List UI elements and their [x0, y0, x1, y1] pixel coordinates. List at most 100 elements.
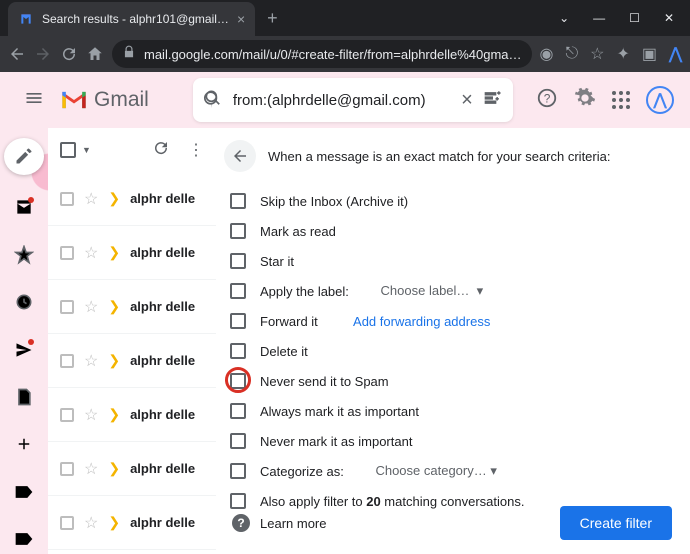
option-apply-label[interactable]: Apply the label: Choose label… ▾ [224, 276, 674, 306]
nav-back-button[interactable] [8, 45, 26, 63]
add-forwarding-link[interactable]: Add forwarding address [353, 314, 490, 329]
important-marker-icon[interactable]: ❯ [108, 514, 120, 531]
sender-name: alphr delle [130, 191, 195, 206]
ext-share-icon[interactable]: ⎋ [566, 45, 579, 63]
star-icon[interactable]: ☆ [84, 351, 98, 371]
mail-row[interactable]: ☆❯alphr delle [48, 226, 216, 280]
row-checkbox[interactable] [60, 246, 74, 260]
new-tab-button[interactable]: + [267, 8, 278, 29]
window-chevron-icon[interactable]: ⌄ [559, 11, 569, 25]
option-label: Always mark it as important [260, 404, 419, 419]
nav-home-button[interactable] [86, 45, 104, 63]
row-checkbox[interactable] [60, 192, 74, 206]
gmail-logo[interactable]: Gmail [60, 88, 149, 112]
important-marker-icon[interactable]: ❯ [108, 244, 120, 261]
option-always-important[interactable]: Always mark it as important [224, 396, 674, 426]
choose-category-dropdown[interactable]: Choose category… ▾ [375, 463, 496, 479]
main-menu-button[interactable] [16, 80, 52, 121]
checkbox[interactable] [230, 283, 246, 299]
row-checkbox[interactable] [60, 408, 74, 422]
important-marker-icon[interactable]: ❯ [108, 190, 120, 207]
gmail-favicon [18, 11, 34, 27]
checkbox[interactable] [230, 343, 246, 359]
option-categorize-as[interactable]: Categorize as: Choose category… ▾ [224, 456, 674, 486]
option-never-important[interactable]: Never mark it as important [224, 426, 674, 456]
option-never-spam[interactable]: Never send it to Spam [224, 366, 674, 396]
row-checkbox[interactable] [60, 354, 74, 368]
rail-drafts-icon[interactable] [8, 382, 40, 411]
option-star-it[interactable]: Star it [224, 246, 674, 276]
option-mark-read[interactable]: Mark as read [224, 216, 674, 246]
row-checkbox[interactable] [60, 300, 74, 314]
checkbox[interactable] [230, 193, 246, 209]
more-menu-icon[interactable]: ⋮ [188, 140, 204, 160]
mail-row[interactable]: ☆❯alphr delle [48, 334, 216, 388]
rail-label-icon-2[interactable] [8, 525, 40, 554]
option-skip-inbox[interactable]: Skip the Inbox (Archive it) [224, 186, 674, 216]
refresh-button[interactable] [152, 139, 170, 162]
checkbox[interactable] [230, 433, 246, 449]
browser-titlebar: Search results - alphr101@gmail… × + ⌄ —… [0, 0, 690, 36]
checkbox[interactable] [230, 403, 246, 419]
option-forward-it[interactable]: Forward it Add forwarding address [224, 306, 674, 336]
search-clear-icon[interactable]: × [461, 89, 473, 112]
star-icon[interactable]: ☆ [84, 513, 98, 533]
checkbox[interactable] [230, 253, 246, 269]
mail-row[interactable]: ☆❯alphr delle [48, 442, 216, 496]
checkbox[interactable] [230, 313, 246, 329]
search-options-icon[interactable] [483, 88, 503, 113]
window-minimize-icon[interactable]: — [593, 11, 605, 25]
window-close-icon[interactable]: ✕ [664, 11, 674, 25]
star-icon[interactable]: ☆ [84, 405, 98, 425]
learn-more-link[interactable]: ? Learn more [232, 514, 326, 532]
select-dropdown-icon[interactable]: ▼ [82, 145, 91, 155]
rail-add-icon[interactable] [8, 430, 40, 459]
mail-row[interactable]: ☆❯alphr delle [48, 388, 216, 442]
url-field[interactable]: mail.google.com/mail/u/0/#create-filter/… [112, 40, 532, 68]
ext-cube-icon[interactable]: ▣ [642, 44, 657, 64]
important-marker-icon[interactable]: ❯ [108, 352, 120, 369]
mail-row[interactable]: ☆ ❯ alphr delle [48, 172, 216, 226]
star-icon[interactable]: ☆ [84, 297, 98, 317]
bookmark-star-icon[interactable]: ☆ [590, 44, 604, 64]
mail-row[interactable]: ☆❯alphr delle [48, 280, 216, 334]
rail-snoozed-icon[interactable] [8, 288, 40, 317]
settings-gear-icon[interactable] [574, 87, 596, 114]
google-apps-icon[interactable] [612, 91, 630, 109]
rail-star-icon[interactable] [8, 240, 40, 269]
star-icon[interactable]: ☆ [84, 243, 98, 263]
option-delete-it[interactable]: Delete it [224, 336, 674, 366]
important-marker-icon[interactable]: ❯ [108, 406, 120, 423]
rail-mail-icon[interactable] [8, 193, 40, 222]
ext-eye-icon[interactable]: ◉ [540, 44, 554, 64]
nav-reload-button[interactable] [60, 45, 78, 63]
nav-forward-button[interactable] [34, 45, 52, 63]
select-all-checkbox[interactable] [60, 142, 76, 158]
mail-row[interactable]: ☆❯alphr delle [48, 496, 216, 550]
important-marker-icon[interactable]: ❯ [108, 460, 120, 477]
checkbox[interactable] [230, 373, 246, 389]
row-checkbox[interactable] [60, 462, 74, 476]
ext-alphr-icon[interactable]: ⋀ [669, 44, 682, 64]
tab-close-icon[interactable]: × [237, 11, 245, 27]
window-maximize-icon[interactable]: ☐ [629, 11, 640, 25]
option-label: Mark as read [260, 224, 336, 239]
star-icon[interactable]: ☆ [84, 459, 98, 479]
support-icon[interactable]: ? [536, 87, 558, 114]
account-badge[interactable]: ⋀ [646, 86, 674, 114]
compose-button[interactable] [4, 138, 44, 175]
create-filter-button[interactable]: Create filter [560, 506, 672, 540]
checkbox[interactable] [230, 463, 246, 479]
browser-tab[interactable]: Search results - alphr101@gmail… × [8, 2, 255, 36]
panel-back-button[interactable] [224, 140, 256, 172]
choose-label-dropdown[interactable]: Choose label… ▾ [381, 283, 484, 299]
rail-label-icon-1[interactable] [8, 477, 40, 506]
gmail-logo-text: Gmail [94, 88, 149, 112]
search-box[interactable]: from:(alphrdelle@gmail.com) × [193, 78, 513, 122]
extensions-puzzle-icon[interactable]: ✦ [617, 44, 630, 64]
row-checkbox[interactable] [60, 516, 74, 530]
checkbox[interactable] [230, 223, 246, 239]
star-icon[interactable]: ☆ [84, 189, 98, 209]
rail-sent-icon[interactable] [8, 335, 40, 364]
important-marker-icon[interactable]: ❯ [108, 298, 120, 315]
